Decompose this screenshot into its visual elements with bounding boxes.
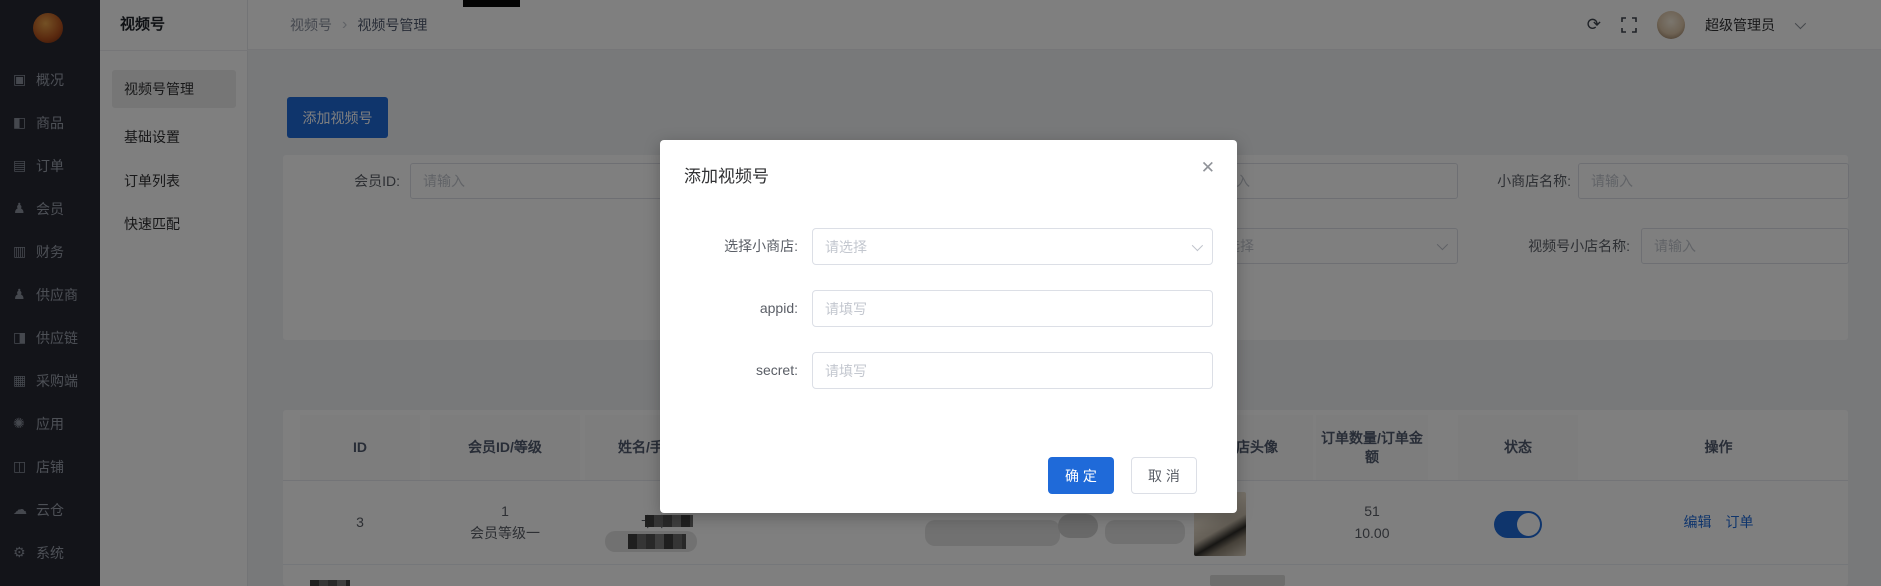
cancel-button[interactable]: 取 消 [1131, 457, 1197, 494]
chevron-down-icon [1191, 239, 1204, 251]
select-shop-field: 请选择 [812, 228, 1213, 265]
select-shop-label: 选择小商店: [724, 238, 798, 254]
app-root: ▣ 概况 ◧ 商品 ▤ 订单 ♟ 会员 ▥ 财务 ♟ 供应商 [0, 0, 1881, 586]
add-channel-dialog: 添加视频号 ✕ 选择小商店: 请选择 appid: secret: 确 定 取 … [660, 140, 1237, 513]
appid-input[interactable] [812, 290, 1213, 327]
select-shop-dropdown[interactable]: 请选择 [812, 228, 1213, 265]
select-placeholder: 请选择 [825, 238, 867, 255]
secret-label: secret: [755, 362, 798, 378]
appid-field-wrap [812, 290, 1213, 327]
confirm-button[interactable]: 确 定 [1048, 457, 1114, 494]
appid-label: appid: [759, 300, 798, 316]
secret-input[interactable] [812, 352, 1213, 389]
dialog-title: 添加视频号 [684, 167, 769, 186]
close-icon[interactable]: ✕ [1201, 158, 1215, 178]
secret-field-wrap [812, 352, 1213, 389]
